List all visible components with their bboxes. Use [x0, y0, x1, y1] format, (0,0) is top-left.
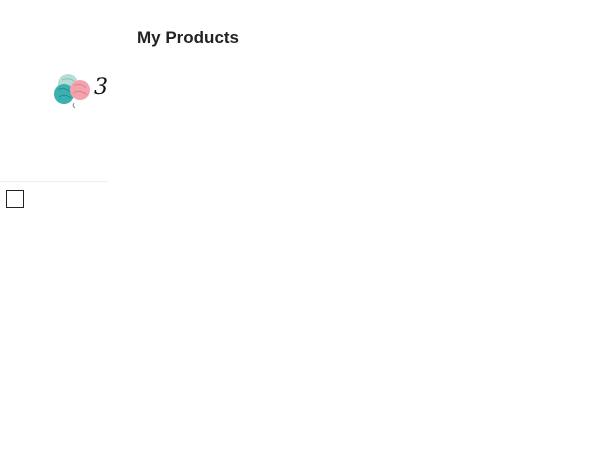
- yarn-balls-logo-icon: [54, 74, 90, 109]
- menu-toggle-checkbox[interactable]: [6, 190, 24, 208]
- app-window: 3l My Products: [0, 0, 600, 450]
- page-title: My Products: [137, 28, 240, 47]
- sidebar: 3l: [0, 0, 108, 450]
- brand-logo-link[interactable]: 3l: [52, 70, 108, 110]
- main-content: My Products: [137, 0, 600, 450]
- sidebar-divider: [0, 181, 108, 182]
- brand-logo-text: 3l: [94, 75, 108, 100]
